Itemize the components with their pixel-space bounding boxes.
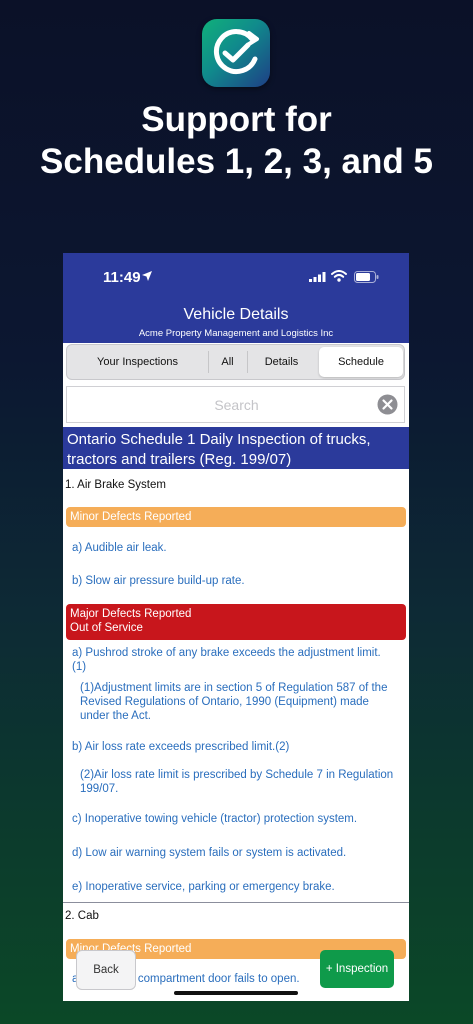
navigation-bar: 11:49 Vehicle Details Acme Property Mana… [63, 253, 409, 343]
status-time: 11:49 [103, 269, 141, 286]
defect-item[interactable]: d) Low air warning system fails or syste… [72, 846, 392, 860]
section-divider [63, 902, 409, 903]
promo-headline-line1: Support for [141, 100, 332, 139]
tab-your-inspections[interactable]: Your Inspections [69, 347, 206, 377]
defect-item[interactable]: a) Audible air leak. [72, 541, 392, 555]
defect-item[interactable]: a) Pushrod stroke of any brake exceeds t… [72, 646, 392, 674]
tab-schedule[interactable]: Schedule [319, 347, 403, 377]
section-heading: 2. Cab [65, 910, 99, 922]
search-input[interactable]: Search [66, 386, 405, 423]
clear-search-icon[interactable] [377, 394, 398, 415]
tab-all[interactable]: All [209, 347, 246, 377]
home-indicator [174, 991, 298, 995]
defect-note: (2)Air loss rate limit is prescribed by … [80, 769, 394, 795]
section-heading: 1. Air Brake System [65, 479, 166, 491]
signal-icon [309, 272, 326, 282]
promo-headline-line2: Schedules 1, 2, 3, and 5 [40, 142, 433, 181]
schedule-title: Ontario Schedule 1 Daily Inspection of t… [63, 427, 409, 469]
back-button[interactable]: Back [76, 950, 136, 990]
wifi-icon [331, 270, 347, 282]
add-inspection-button[interactable]: + Inspection [320, 950, 394, 988]
battery-icon [354, 271, 379, 283]
tab-details[interactable]: Details [248, 347, 315, 377]
defect-item[interactable]: b) Air loss rate exceeds prescribed limi… [72, 740, 392, 754]
out-of-service-label: Out of Service [70, 622, 143, 634]
app-icon [202, 19, 270, 87]
defect-item[interactable]: e) Inoperative service, parking or emerg… [72, 880, 392, 894]
location-arrow-icon [142, 271, 152, 281]
minor-defects-header: Minor Defects Reported [66, 507, 406, 527]
segmented-tabs: Your Inspections All Details Schedule [66, 344, 405, 380]
defect-item[interactable]: b) Slow air pressure build-up rate. [72, 574, 392, 588]
defect-item[interactable]: c) Inoperative towing vehicle (tractor) … [72, 812, 392, 826]
defect-note: (1)Adjustment limits are in section 5 of… [80, 682, 388, 722]
major-defects-header: Major Defects Reported Out of Service [66, 604, 406, 640]
search-placeholder: Search [214, 397, 259, 413]
nav-subtitle: Acme Property Management and Logistics I… [138, 328, 334, 339]
phone-screen: 11:49 Vehicle Details Acme Property Mana… [63, 253, 409, 1001]
nav-title: Vehicle Details [183, 306, 289, 323]
major-defects-label: Major Defects Reported [70, 608, 192, 620]
